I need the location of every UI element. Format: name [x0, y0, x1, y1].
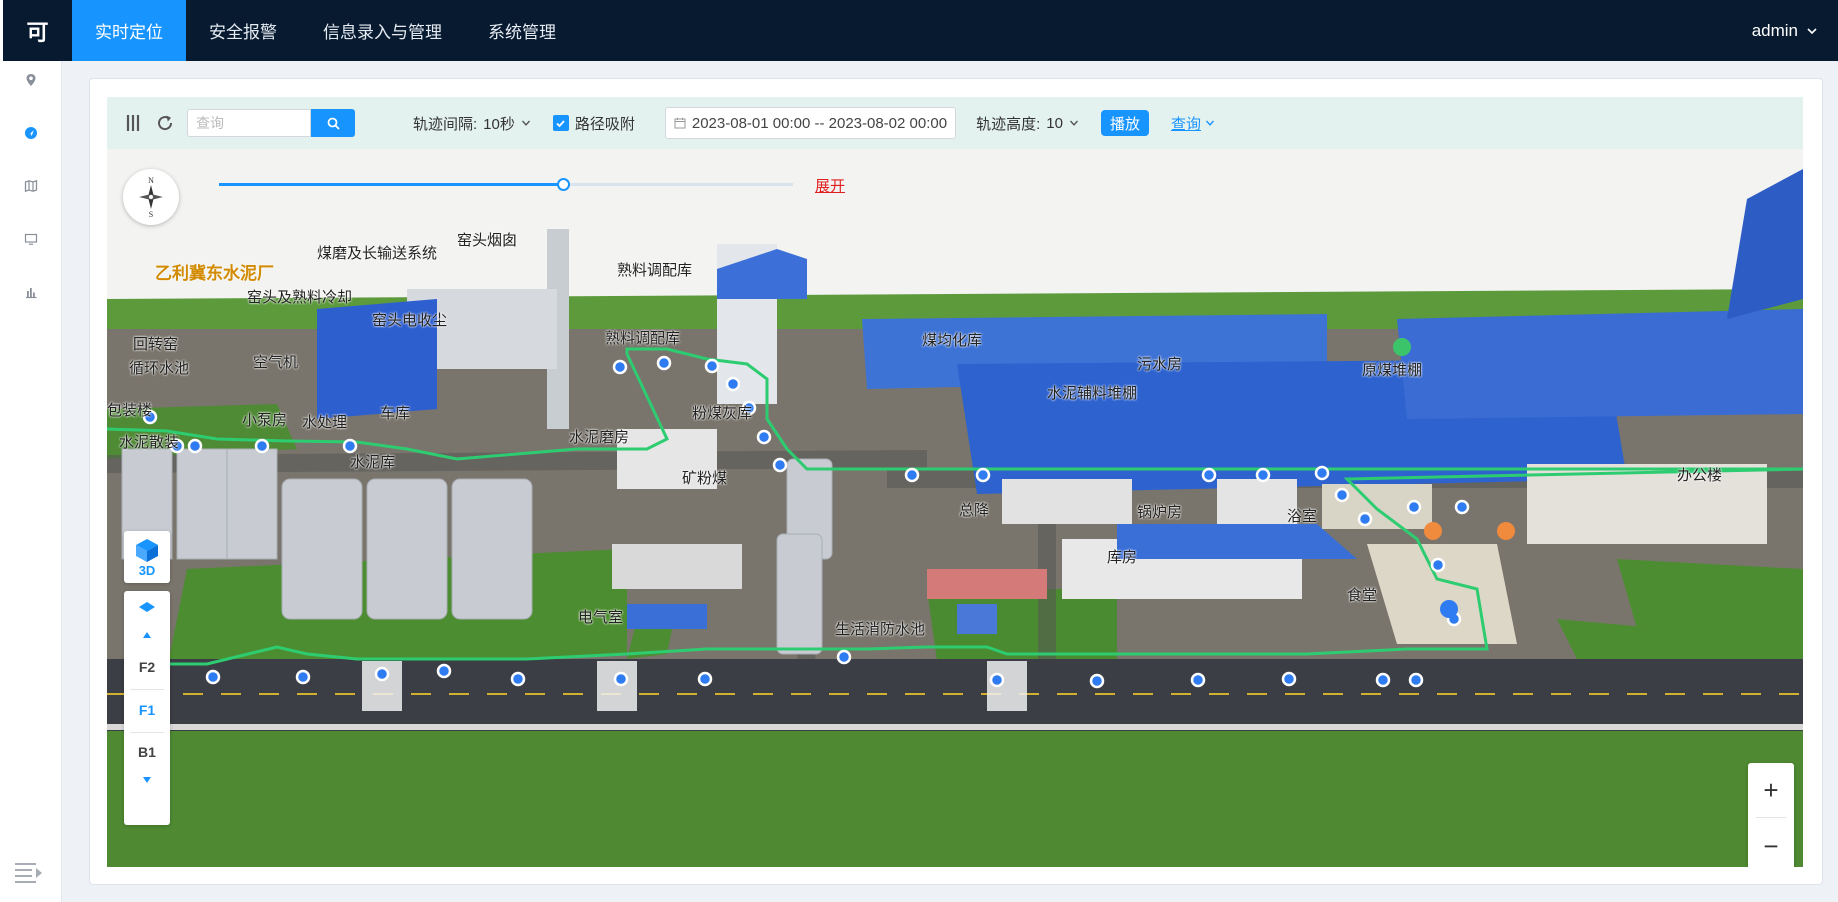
cube-icon — [136, 538, 158, 562]
nav-safety-alarm[interactable]: 安全报警 — [186, 0, 300, 61]
label-fire-pool[interactable]: 生活消防水池 — [835, 618, 925, 639]
navigation-icon[interactable] — [21, 123, 41, 143]
compass-n: N — [148, 176, 154, 185]
zoom-in-button[interactable]: + — [1748, 763, 1794, 817]
check-icon — [552, 115, 569, 131]
label-cement-aux[interactable]: 水泥辅料堆棚 — [1047, 382, 1137, 403]
label-air-compressor[interactable]: 空气机 — [253, 351, 298, 372]
label-kiln-cooler[interactable]: 窑头及熟料冷却 — [247, 286, 352, 307]
compass-s: S — [149, 210, 153, 219]
label-mineral-powder[interactable]: 矿粉煤 — [682, 467, 727, 488]
map-title-prefix: 乙利 — [155, 264, 189, 283]
label-clinker-blend[interactable]: 熟料调配库 — [605, 327, 680, 348]
label-rotary-kiln[interactable]: 回转窑 — [133, 333, 178, 354]
map-icon[interactable] — [21, 176, 41, 196]
nav-realtime-location[interactable]: 实时定位 — [72, 0, 186, 61]
floor-f1[interactable]: F1 — [124, 702, 170, 718]
username: admin — [1751, 20, 1798, 40]
label-canteen[interactable]: 食堂 — [1347, 584, 1377, 605]
date-range-value: 2023-08-01 00:00 -- 2023-08-02 00:00 — [691, 114, 948, 132]
label-fly-ash[interactable]: 粉煤灰库 — [692, 402, 752, 423]
floor-controls: 3D F2 F1 B1 — [124, 531, 170, 825]
track-toolbar: 查询 轨迹间隔: 10秒 路径吸附 2023-08-01 00:00 -- 20… — [107, 97, 1803, 149]
floor-b1[interactable]: B1 — [124, 744, 170, 760]
label-water-treat[interactable]: 水处理 — [302, 411, 347, 432]
search-input[interactable]: 查询 — [187, 109, 311, 137]
chevron-down-icon — [521, 120, 530, 126]
view-3d-button[interactable]: 3D — [124, 531, 170, 583]
calendar-icon — [674, 117, 686, 129]
chevron-down-icon — [1069, 120, 1078, 126]
label-boiler[interactable]: 锅炉房 — [1137, 501, 1182, 522]
snap-label: 路径吸附 — [574, 115, 635, 133]
floor-down-icon[interactable] — [142, 776, 152, 784]
interval-value: 10秒 — [483, 115, 515, 133]
search-icon — [327, 117, 340, 130]
label-raw-blend[interactable]: 熟料调配库 — [617, 259, 692, 280]
floor-f2[interactable]: F2 — [124, 659, 170, 675]
timeline-progress — [219, 183, 564, 186]
label-packing-bldg[interactable]: 包装楼 — [107, 399, 152, 420]
label-coal-conveyor[interactable]: 煤磨及长输送系统 — [317, 242, 437, 263]
query-label: 查询 — [1170, 115, 1201, 133]
list-toggle-icon[interactable] — [121, 111, 145, 135]
label-bathroom[interactable]: 浴室 — [1287, 505, 1317, 526]
search-button[interactable] — [311, 109, 355, 137]
label-sewage[interactable]: 污水房 — [1137, 353, 1182, 374]
label-office[interactable]: 办公楼 — [1677, 464, 1722, 485]
label-small-pump[interactable]: 小泵房 — [242, 409, 287, 430]
user-menu[interactable]: admin — [1752, 0, 1838, 61]
timeline-slider[interactable]: 展开 — [219, 169, 1079, 199]
bar-chart-icon[interactable] — [21, 282, 41, 302]
map-title: 乙利冀东水泥厂 — [155, 259, 274, 284]
label-raw-coal[interactable]: 原煤堆棚 — [1362, 359, 1422, 380]
view-3d-label: 3D — [138, 562, 156, 578]
play-button[interactable]: 播放 — [1100, 110, 1149, 136]
location-pin-icon[interactable] — [21, 70, 41, 90]
compass-icon[interactable]: N S — [123, 169, 179, 225]
snap-checkbox[interactable]: 路径吸附 — [552, 113, 635, 134]
nav-info-management[interactable]: 信息录入与管理 — [300, 0, 465, 61]
map-panel: 查询 轨迹间隔: 10秒 路径吸附 2023-08-01 00:00 -- 20… — [89, 78, 1823, 885]
label-main-control[interactable]: 总降 — [959, 499, 989, 520]
collapse-menu-icon[interactable] — [14, 861, 44, 883]
label-cement-bulk[interactable]: 水泥散装 — [119, 431, 179, 452]
timeline-handle[interactable] — [557, 178, 571, 191]
main-content: 查询 轨迹间隔: 10秒 路径吸附 2023-08-01 00:00 -- 20… — [62, 61, 1838, 902]
label-kiln-chimney[interactable]: 窑头烟囱 — [457, 229, 517, 250]
map-view[interactable]: 乙利冀东水泥厂 煤磨及长输送系统 窑头烟囱 熟料调配库 窑头及熟料冷却 窑头电收… — [107, 149, 1803, 867]
app-logo: 可 — [0, 0, 72, 61]
label-kiln-dust[interactable]: 窑头电收尘 — [372, 309, 447, 330]
map-title-text: 冀东水泥厂 — [189, 264, 274, 283]
zoom-out-button[interactable]: − — [1748, 819, 1794, 867]
zoom-controls: + − — [1748, 763, 1794, 867]
floor-up-icon[interactable] — [142, 631, 152, 639]
date-range-picker[interactable]: 2023-08-01 00:00 -- 2023-08-02 00:00 — [664, 107, 957, 139]
floor-selector: F2 F1 B1 — [124, 591, 170, 825]
layers-icon[interactable] — [138, 601, 156, 613]
label-cement-mill[interactable]: 水泥磨房 — [569, 426, 629, 447]
chevron-down-icon — [1807, 27, 1817, 34]
height-label: 轨迹高度: — [976, 115, 1041, 133]
label-water-pool[interactable]: 循环水池 — [129, 357, 189, 378]
monitor-icon[interactable] — [21, 229, 41, 249]
interval-select[interactable]: 轨迹间隔: 10秒 — [413, 113, 531, 134]
interval-label: 轨迹间隔: — [413, 115, 478, 133]
expand-link[interactable]: 展开 — [815, 175, 845, 196]
height-select[interactable]: 轨迹高度: 10 — [976, 113, 1079, 134]
nav-system-management[interactable]: 系统管理 — [465, 0, 579, 61]
label-garage[interactable]: 车库 — [380, 402, 410, 423]
label-cement-silo[interactable]: 水泥库 — [350, 451, 395, 472]
chevron-down-icon — [1205, 120, 1214, 126]
refresh-icon[interactable] — [153, 111, 177, 135]
label-warehouse[interactable]: 库房 — [1107, 546, 1137, 567]
top-navigation-bar: 可 实时定位 安全报警 信息录入与管理 系统管理 admin — [0, 0, 1838, 61]
query-dropdown[interactable]: 查询 — [1171, 113, 1215, 134]
sidebar — [0, 61, 62, 902]
label-coal-homo[interactable]: 煤均化库 — [922, 329, 982, 350]
height-value: 10 — [1046, 114, 1063, 132]
label-electric[interactable]: 电气室 — [578, 606, 623, 627]
